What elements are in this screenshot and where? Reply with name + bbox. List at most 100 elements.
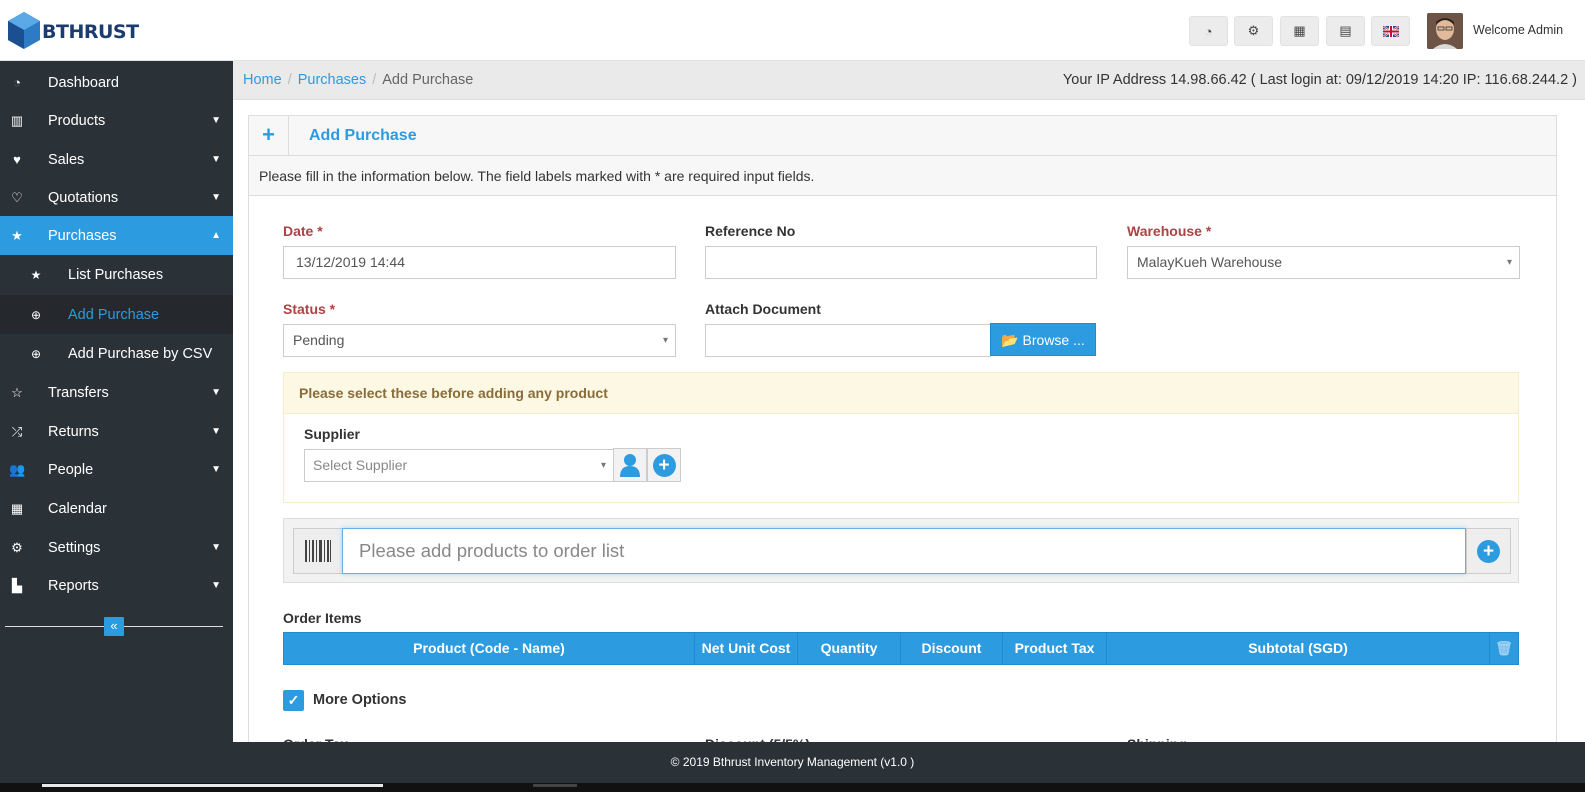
chevron-down-icon: ▼ [211,426,221,437]
sidebar-item-returns[interactable]: ⤮ Returns ▼ [0,412,233,451]
sidebar-item-purchases[interactable]: ★ Purchases ▲ [0,216,233,255]
attach-document-field[interactable] [705,324,991,357]
chevron-down-icon: ▼ [211,154,221,165]
browse-button[interactable]: 📂 Browse ... [990,323,1096,356]
status-label: Status * [283,301,336,317]
star-icon: ★ [11,227,23,243]
warehouse-label: Warehouse * [1127,223,1212,239]
sidebar-subitem-add-purchase[interactable]: ⊕ Add Purchase [0,295,233,335]
logo-text[interactable]: BTHRUST [42,21,139,43]
uk-flag-icon [1382,25,1399,37]
settings-button[interactable]: ⚙ [1234,16,1273,46]
sidebar-item-settings[interactable]: ⚙ Settings ▼ [0,528,233,567]
sidebar-item-label: Sales [48,151,85,168]
welcome-text[interactable]: Welcome Admin [1473,23,1563,37]
more-options-toggle[interactable]: ✓ More Options [283,689,406,711]
column-header: Product (Code - Name) [284,633,695,664]
star-outline-icon: ☆ [11,384,23,400]
heart-outline-icon: ♡ [11,189,23,205]
sidebar-subitem-list-purchases[interactable]: ★ List Purchases [0,255,233,295]
intro-text: Please fill in the information below. Th… [259,168,815,184]
supplier-label: Supplier [304,426,361,442]
more-options-label: More Options [313,692,407,708]
sidebar-item-label: Transfers [48,384,109,401]
sidebar-subitem-label: List Purchases [68,267,164,283]
sidebar-item-label: Quotations [48,189,119,206]
dashboard-icon: ◔ [1204,23,1213,39]
cog-icon: ⚙ [11,539,23,555]
column-header: Subtotal (SGD) [1107,633,1490,664]
calendar-button[interactable]: ▤ [1326,16,1365,46]
breadcrumb-current: Add Purchase [382,72,474,88]
sidebar-item-products[interactable]: ▥ Products ▼ [0,101,233,140]
date-label: Date * [283,223,323,239]
sidebar-item-dashboard[interactable]: ◔ Dashboard [0,63,233,102]
notice-text: Please select these before adding any pr… [299,385,608,401]
reference-label: Reference No [705,223,796,239]
avatar[interactable] [1427,13,1463,49]
sidebar-item-label: Dashboard [48,74,119,91]
panel-header: + Add Purchase [249,116,1556,156]
sidebar-item-label: Purchases [48,227,117,244]
intro-text-bar: Please fill in the information below. Th… [249,156,1556,196]
ip-info: Your IP Address 14.98.66.42 ( Last login… [1062,72,1577,88]
order-items-table-header: Product (Code - Name) Net Unit Cost Quan… [283,632,1519,665]
supplier-select[interactable]: Select Supplier [304,449,614,482]
chevron-down-icon: ▼ [211,580,221,591]
sidebar-item-sales[interactable]: ♥ Sales ▼ [0,140,233,179]
supplier-notice-box: Please select these before adding any pr… [283,372,1519,503]
breadcrumb-separator: / [372,72,377,88]
taskbar [0,783,1585,792]
column-header: Quantity [798,633,901,664]
more-options-checkbox[interactable]: ✓ [283,689,304,711]
dashboard-button[interactable]: ◔ [1189,16,1228,46]
calculator-icon: ▦ [1293,23,1306,38]
collapse-sidebar-button[interactable]: « [104,617,124,636]
order-items-label: Order Items [283,610,362,626]
sidebar-item-transfers[interactable]: ☆ Transfers ▼ [0,373,233,412]
add-product-button[interactable]: + [1466,528,1511,574]
view-supplier-button[interactable] [613,448,647,482]
column-header: Discount [901,633,1003,664]
users-icon: 👥 [9,461,26,477]
sidebar-item-reports[interactable]: ▙ Reports ▼ [0,566,233,605]
plus-circle-icon: + [1477,539,1500,563]
sidebar-item-label: Products [48,112,106,129]
column-header: Product Tax [1003,633,1107,664]
notice-header: Please select these before adding any pr… [284,373,1518,414]
double-chevron-left-icon: « [110,618,118,633]
breadcrumb-separator: / [287,72,292,88]
chevron-down-icon: ▼ [211,464,221,475]
product-search-input[interactable]: Please add products to order list [342,528,1466,574]
date-field[interactable]: 13/12/2019 14:44 [283,246,676,279]
sidebar-item-label: Reports [48,577,99,594]
breadcrumb-home[interactable]: Home [243,72,282,88]
calculator-button[interactable]: ▦ [1280,16,1319,46]
sidebar-item-label: Calendar [48,500,107,517]
chevron-down-icon: ▼ [211,542,221,553]
sidebar-subitem-add-purchase-csv[interactable]: ⊕ Add Purchase by CSV [0,334,233,374]
barcode-icon [293,528,343,574]
breadcrumb-purchases[interactable]: Purchases [298,72,367,88]
folder-open-icon: 📂 [1001,332,1023,348]
sidebar-item-label: Returns [48,423,99,440]
footer: © 2019 Bthrust Inventory Management (v1.… [0,742,1585,783]
chevron-down-icon: ▼ [211,192,221,203]
sidebar-item-people[interactable]: 👥 People ▼ [0,450,233,489]
warehouse-select[interactable]: MalayKueh Warehouse [1127,246,1520,279]
status-select[interactable]: Pending [283,324,676,357]
user-icon [620,454,640,477]
language-button[interactable] [1371,16,1410,46]
sidebar-item-calendar[interactable]: ▦ Calendar [0,489,233,528]
cogs-icon: ⚙ [1247,23,1260,38]
plus-circle-icon: ⊕ [30,347,42,361]
add-supplier-button[interactable]: + [647,448,681,482]
sidebar-item-quotations[interactable]: ♡ Quotations ▼ [0,178,233,217]
sidebar-subitem-label: Add Purchase by CSV [68,346,213,362]
reference-field[interactable] [705,246,1097,279]
dashboard-icon: ◔ [13,75,21,90]
attach-document-label: Attach Document [705,301,821,317]
star-icon: ★ [30,268,42,282]
sidebar-subitem-label: Add Purchase [68,307,160,323]
sidebar-item-label: Settings [48,539,101,556]
